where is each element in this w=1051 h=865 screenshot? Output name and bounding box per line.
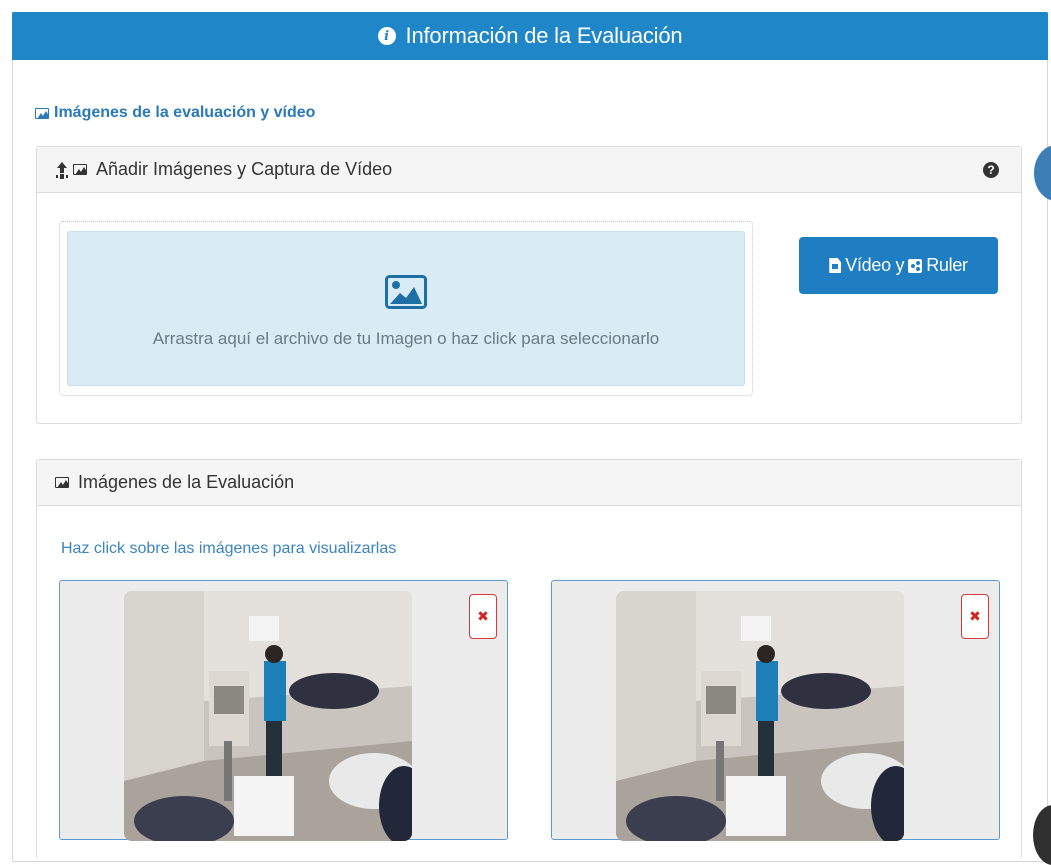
image-dropzone[interactable]: Arrastra aquí el archivo de tu Imagen o …: [67, 231, 745, 386]
images-panel-title: Imágenes de la Evaluación: [78, 472, 295, 492]
images-panel-heading: Imágenes de la Evaluación: [37, 460, 1021, 506]
evaluation-photo[interactable]: [616, 591, 904, 841]
share-icon: [908, 258, 923, 273]
upload-icon: [55, 162, 69, 177]
delete-image-button[interactable]: ✖: [469, 594, 497, 639]
section-title-text: Imágenes de la evaluación y vídeo: [54, 104, 316, 121]
evaluation-info-header: i Información de la Evaluación: [12, 12, 1048, 60]
upload-panel: Añadir Imágenes y Captura de Vídeo ? Arr…: [36, 146, 1022, 424]
upload-panel-title: Añadir Imágenes y Captura de Vídeo: [96, 159, 393, 179]
picture-icon: [35, 107, 49, 119]
info-icon: i: [377, 27, 396, 45]
upload-panel-heading: Añadir Imágenes y Captura de Vídeo ?: [37, 147, 1021, 193]
images-hint-text: Haz click sobre las imágenes para visual…: [61, 540, 397, 557]
video-ruler-button[interactable]: Vídeo y Ruler: [799, 237, 998, 294]
video-file-icon: [829, 258, 842, 273]
dropzone-container: Arrastra aquí el archivo de tu Imagen o …: [59, 221, 753, 396]
image-card: ✖: [59, 580, 508, 841]
ruler-button-label: Ruler: [926, 255, 968, 275]
dropzone-text: Arrastra aquí el archivo de tu Imagen o …: [152, 328, 660, 348]
help-icon[interactable]: ?: [983, 162, 999, 178]
evaluation-photo[interactable]: [124, 591, 412, 841]
delete-image-button[interactable]: ✖: [961, 594, 989, 639]
section-title: Imágenes de la evaluación y vídeo: [35, 104, 315, 122]
images-panel: Imágenes de la Evaluación Haz click sobr…: [36, 459, 1022, 859]
picture-icon: [73, 164, 87, 175]
image-card: ✖: [551, 580, 1000, 841]
video-button-label: Vídeo y: [845, 255, 905, 275]
picture-icon: [55, 477, 69, 488]
image-upload-icon: [385, 274, 427, 309]
header-title: Información de la Evaluación: [405, 23, 683, 48]
